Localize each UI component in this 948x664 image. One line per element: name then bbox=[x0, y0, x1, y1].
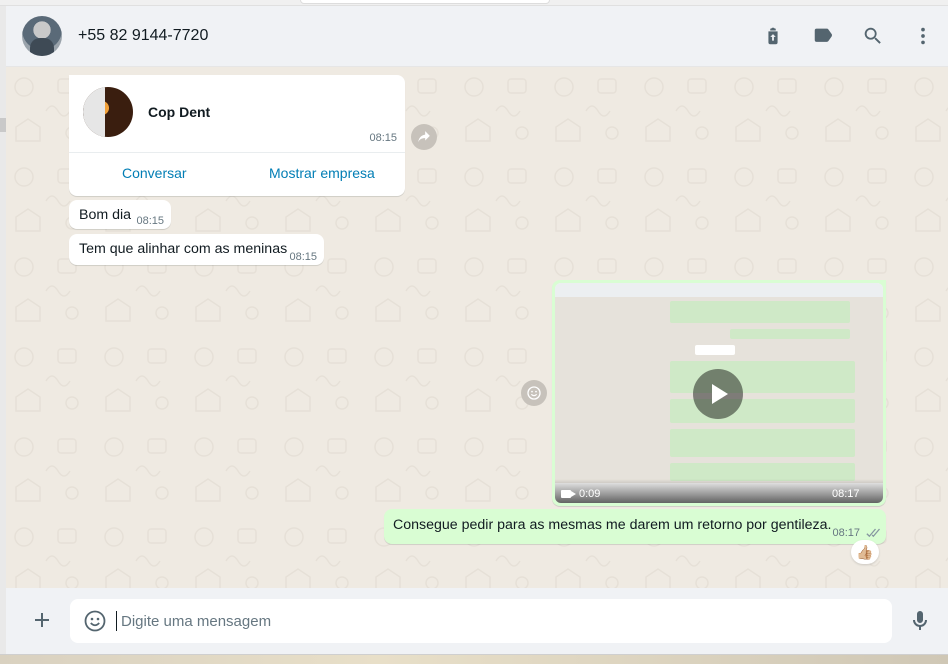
attach-button[interactable] bbox=[30, 608, 54, 632]
plus-icon bbox=[35, 613, 49, 627]
read-receipt-icon bbox=[864, 526, 880, 538]
business-name: Cop Dent bbox=[148, 104, 211, 120]
message-reaction[interactable]: 👍🏼 bbox=[851, 540, 879, 564]
business-card-message[interactable]: Cop Dent 08:15 Conversar Mostrar empresa bbox=[69, 75, 405, 196]
taskbar-edge bbox=[0, 654, 948, 664]
composer-bar: Digite uma mensagem bbox=[6, 588, 948, 654]
message-time: 08:17 bbox=[832, 527, 860, 539]
incoming-message[interactable]: Bom dia 08:15 bbox=[69, 200, 171, 229]
emoji-button[interactable] bbox=[83, 609, 107, 633]
show-business-button[interactable]: Mostrar empresa bbox=[269, 165, 375, 181]
menu-button[interactable] bbox=[898, 16, 948, 56]
video-thumbnail[interactable]: 0:09 08:17 bbox=[555, 283, 883, 503]
smiley-icon bbox=[527, 386, 541, 400]
message-text: Consegue pedir para as mesmas me darem u… bbox=[393, 517, 832, 533]
search-button[interactable] bbox=[848, 16, 898, 56]
label-button[interactable] bbox=[798, 16, 848, 56]
message-time: 08:15 bbox=[369, 132, 397, 144]
outgoing-message[interactable]: Consegue pedir para as mesmas me darem u… bbox=[384, 509, 886, 544]
microphone-icon bbox=[913, 611, 927, 630]
menu-icon bbox=[921, 27, 925, 45]
text-caret bbox=[116, 611, 117, 631]
message-time: 08:15 bbox=[136, 215, 164, 227]
react-button[interactable] bbox=[521, 380, 547, 406]
play-button[interactable] bbox=[693, 369, 743, 419]
label-icon bbox=[814, 28, 833, 42]
card-divider bbox=[69, 152, 405, 153]
thumbnail-header bbox=[555, 283, 883, 297]
contact-avatar[interactable] bbox=[22, 16, 62, 56]
chat-panel[interactable]: Cop Dent 08:15 Conversar Mostrar empresa… bbox=[6, 67, 948, 588]
video-camera-icon bbox=[561, 490, 576, 498]
forward-icon bbox=[418, 131, 430, 143]
message-input[interactable]: Digite uma mensagem bbox=[70, 599, 892, 643]
message-placeholder: Digite uma mensagem bbox=[121, 613, 272, 630]
message-time: 08:17 bbox=[832, 488, 860, 500]
voice-message-button[interactable] bbox=[908, 609, 932, 633]
business-logo bbox=[83, 87, 133, 137]
address-bar-edge bbox=[300, 0, 550, 4]
message-time: 08:15 bbox=[289, 251, 317, 263]
smiley-icon bbox=[84, 610, 106, 632]
archive-button[interactable] bbox=[748, 16, 798, 56]
contact-name[interactable]: +55 82 9144-7720 bbox=[78, 27, 208, 45]
message-text: Tem que alinhar com as meninas bbox=[79, 241, 288, 257]
header-actions bbox=[748, 16, 948, 56]
video-duration: 0:09 bbox=[579, 488, 601, 500]
chat-with-business-button[interactable]: Conversar bbox=[122, 165, 187, 181]
search-icon bbox=[864, 27, 881, 44]
incoming-message[interactable]: Tem que alinhar com as meninas 08:15 bbox=[69, 234, 324, 265]
chat-header: +55 82 9144-7720 bbox=[6, 6, 948, 67]
archive-icon bbox=[768, 27, 778, 45]
message-text: Bom dia bbox=[79, 207, 132, 223]
forward-button[interactable] bbox=[411, 124, 437, 150]
video-message[interactable]: 0:09 08:17 bbox=[552, 280, 886, 506]
